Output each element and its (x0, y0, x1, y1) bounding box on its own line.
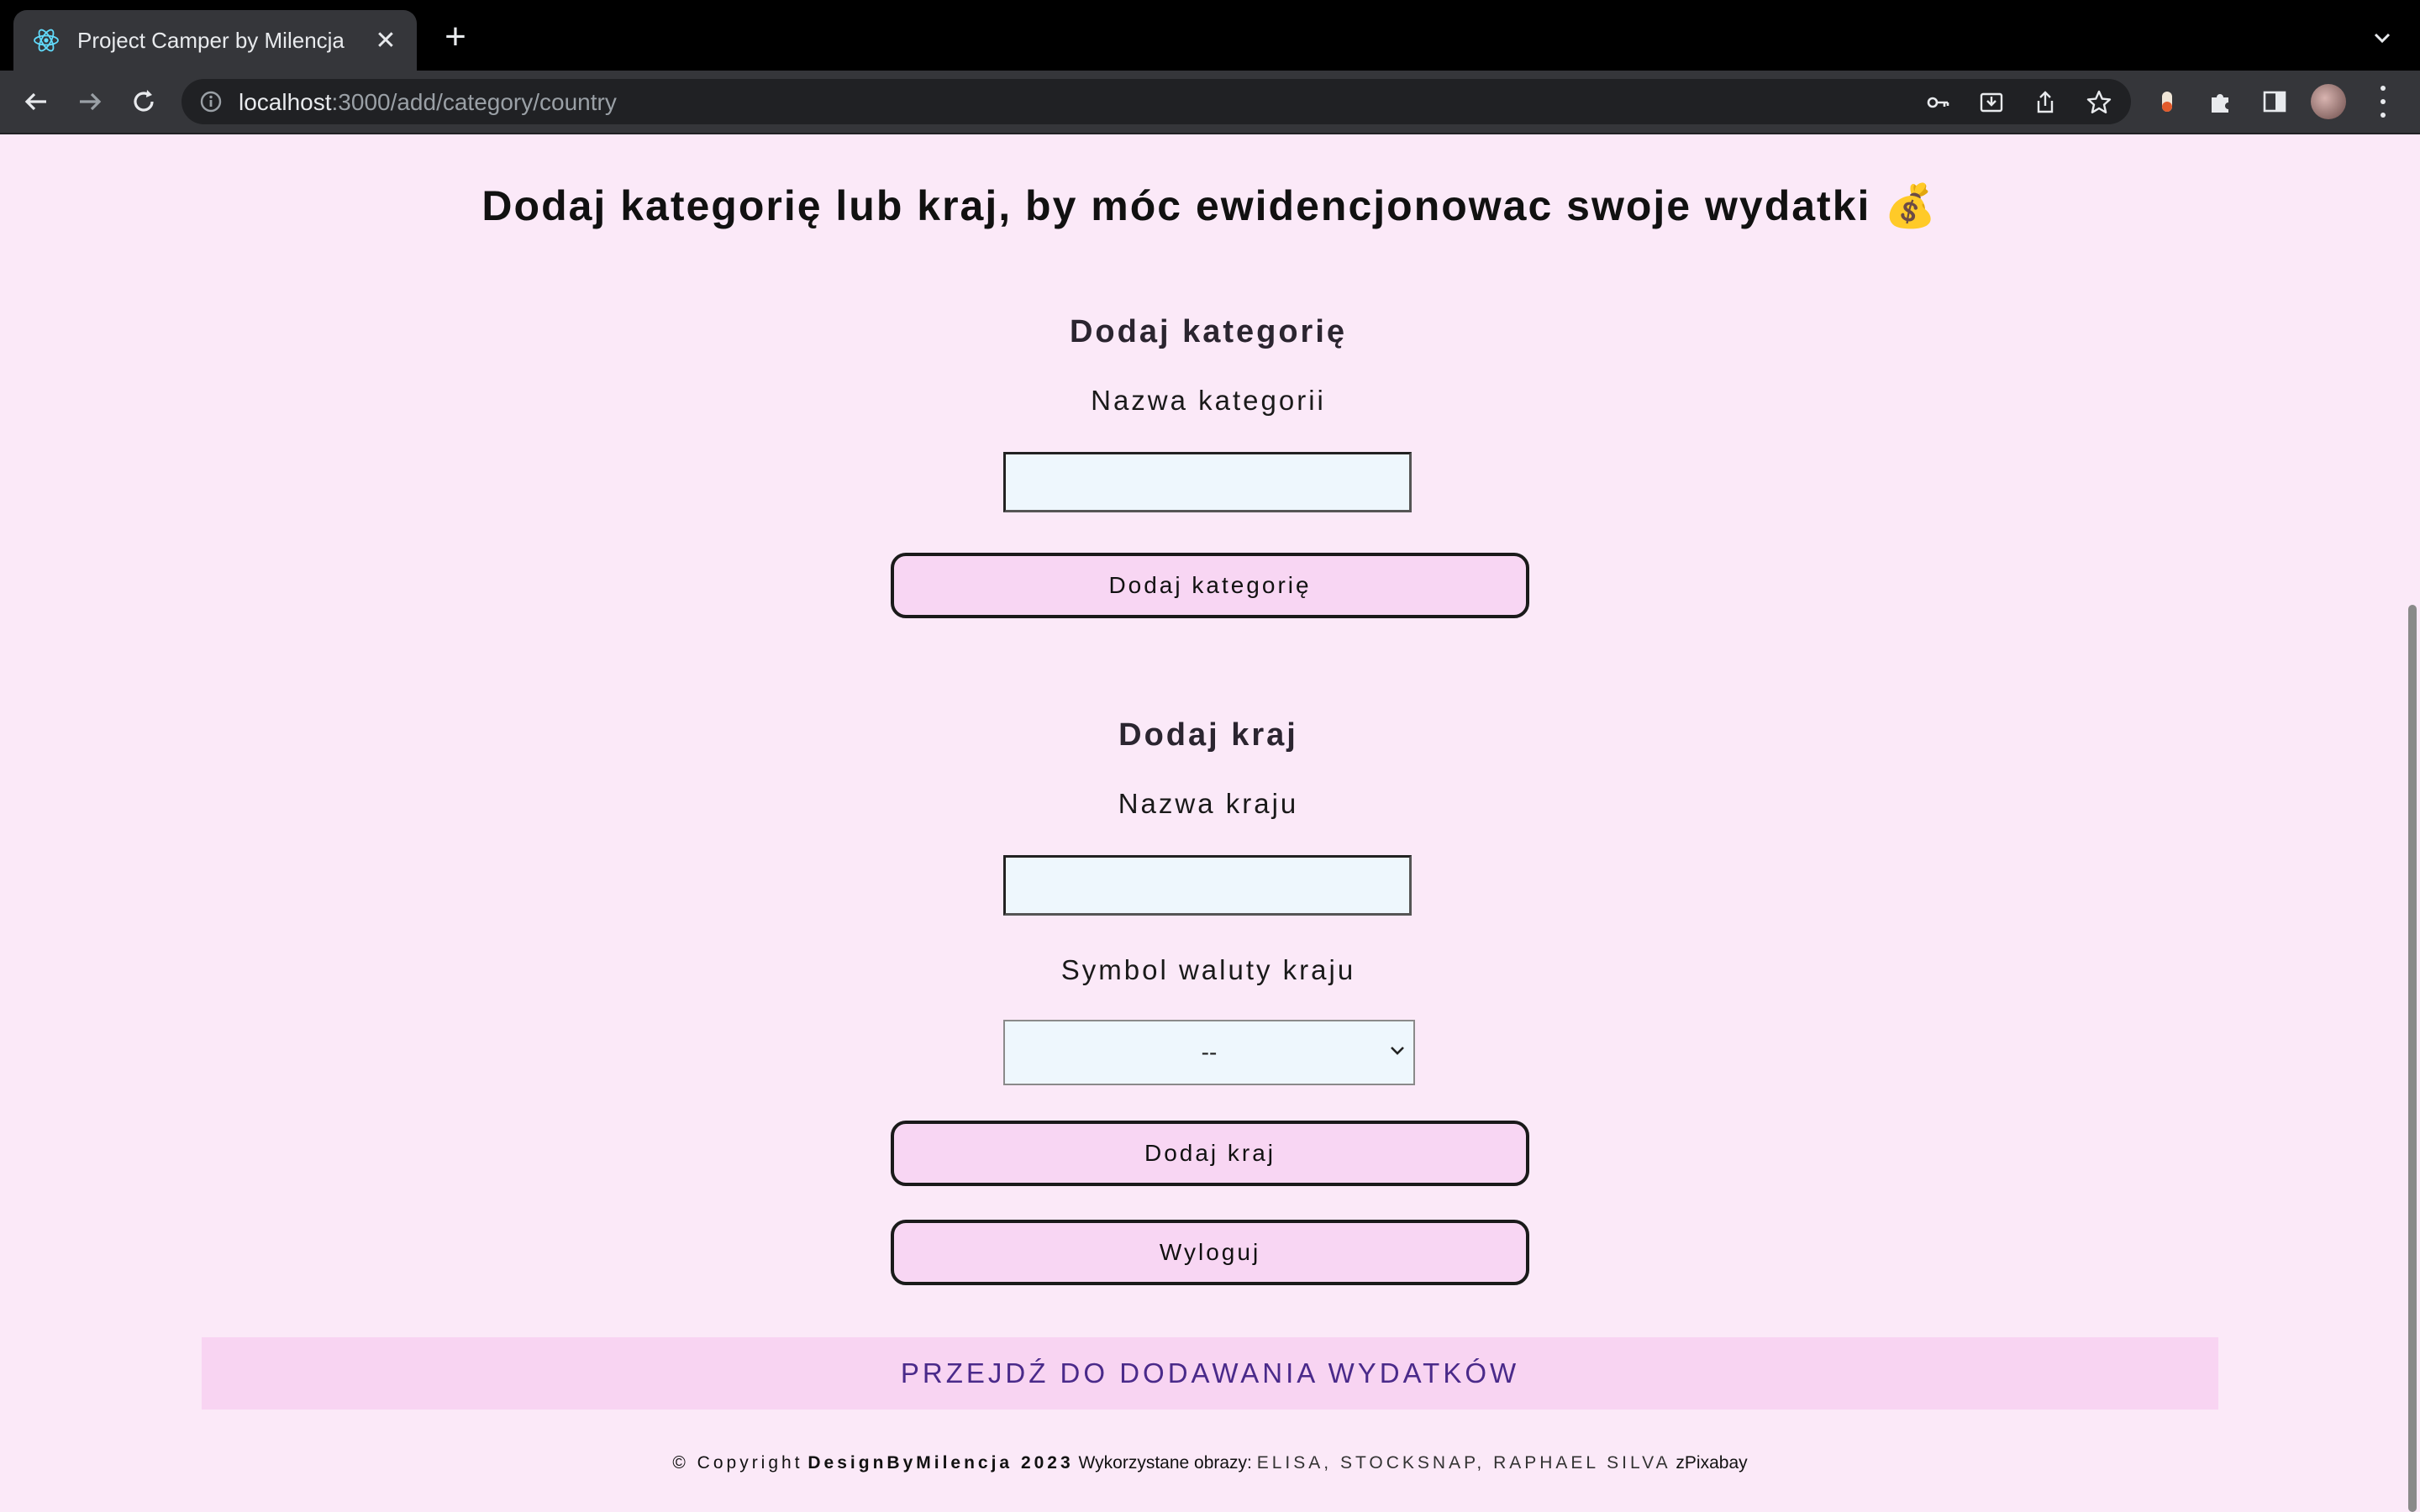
extensions-puzzle-icon[interactable] (2207, 87, 2235, 116)
install-app-icon[interactable] (1978, 89, 2005, 116)
url-host: localhost (239, 89, 332, 115)
country-section-title: Dodaj kraj (1118, 717, 1298, 753)
add-country-button[interactable]: Dodaj kraj (891, 1121, 1529, 1186)
page-title: Dodaj kategorię lub kraj, by móc ewidenc… (481, 182, 1939, 229)
go-to-expenses-link[interactable]: PRZEJDŹ DO DODAWANIA WYDATKÓW (202, 1337, 2218, 1410)
currency-selected-value: -- (1201, 1039, 1218, 1065)
country-name-input[interactable] (1003, 855, 1412, 916)
tab-search-chevron-icon[interactable] (2370, 25, 2395, 50)
page-scrollbar[interactable] (2407, 134, 2420, 1512)
footer-source-prefix: z (1676, 1453, 1685, 1473)
side-panel-icon[interactable] (2260, 87, 2289, 116)
profile-avatar[interactable] (2311, 84, 2346, 119)
address-bar[interactable]: localhost:3000/add/category/country (182, 79, 2131, 124)
browser-tab-bar: Project Camper by Milencja ✕ + (0, 0, 2420, 71)
page-footer: © Copyright DesignByMilencja 2023 Wykorz… (0, 1453, 2420, 1473)
currency-symbol-select[interactable]: -- (1003, 1020, 1415, 1085)
tab-title: Project Camper by Milencja (77, 27, 345, 53)
site-info-icon[interactable] (198, 89, 224, 114)
extension-capsule-icon[interactable] (2153, 87, 2181, 116)
footer-images-used: Wykorzystane obrazy: (1078, 1453, 1252, 1473)
react-logo-icon (32, 26, 60, 55)
password-key-icon[interactable] (1924, 89, 1951, 116)
forward-arrow-icon[interactable] (71, 82, 109, 121)
url-text[interactable]: localhost:3000/add/category/country (239, 89, 617, 116)
footer-authors[interactable]: ELISA, STOCKSNAP, RAPHAEL SILVA (1257, 1453, 1671, 1473)
footer-copyright: © Copyright (672, 1453, 803, 1473)
country-name-label: Nazwa kraju (1118, 788, 1299, 819)
browser-tab[interactable]: Project Camper by Milencja ✕ (13, 10, 417, 71)
browser-toolbar: localhost:3000/add/category/country (0, 71, 2420, 134)
tab-close-icon[interactable]: ✕ (373, 26, 398, 55)
browser-menu-icon[interactable] (2373, 86, 2393, 118)
footer-brand: DesignByMilencja 2023 (808, 1453, 1074, 1473)
reload-icon[interactable] (124, 82, 163, 121)
add-category-button[interactable]: Dodaj kategorię (891, 553, 1529, 618)
share-icon[interactable] (2032, 89, 2059, 116)
chevron-down-icon (1386, 1040, 1408, 1062)
currency-symbol-label: Symbol waluty kraju (1060, 954, 1356, 985)
scrollbar-thumb[interactable] (2408, 605, 2417, 1512)
category-section-title: Dodaj kategorię (1069, 314, 1348, 349)
url-path: :3000/add/category/country (331, 89, 617, 115)
footer-source[interactable]: Pixabay (1685, 1453, 1748, 1473)
page-content: Dodaj kategorię lub kraj, by móc ewidenc… (0, 134, 2407, 1512)
category-name-input[interactable] (1003, 452, 1412, 512)
new-tab-button[interactable]: + (437, 18, 474, 55)
logout-button[interactable]: Wyloguj (891, 1220, 1529, 1285)
back-arrow-icon[interactable] (17, 82, 55, 121)
bookmark-star-icon[interactable] (2086, 89, 2112, 116)
category-name-label: Nazwa kategorii (1091, 385, 1326, 416)
